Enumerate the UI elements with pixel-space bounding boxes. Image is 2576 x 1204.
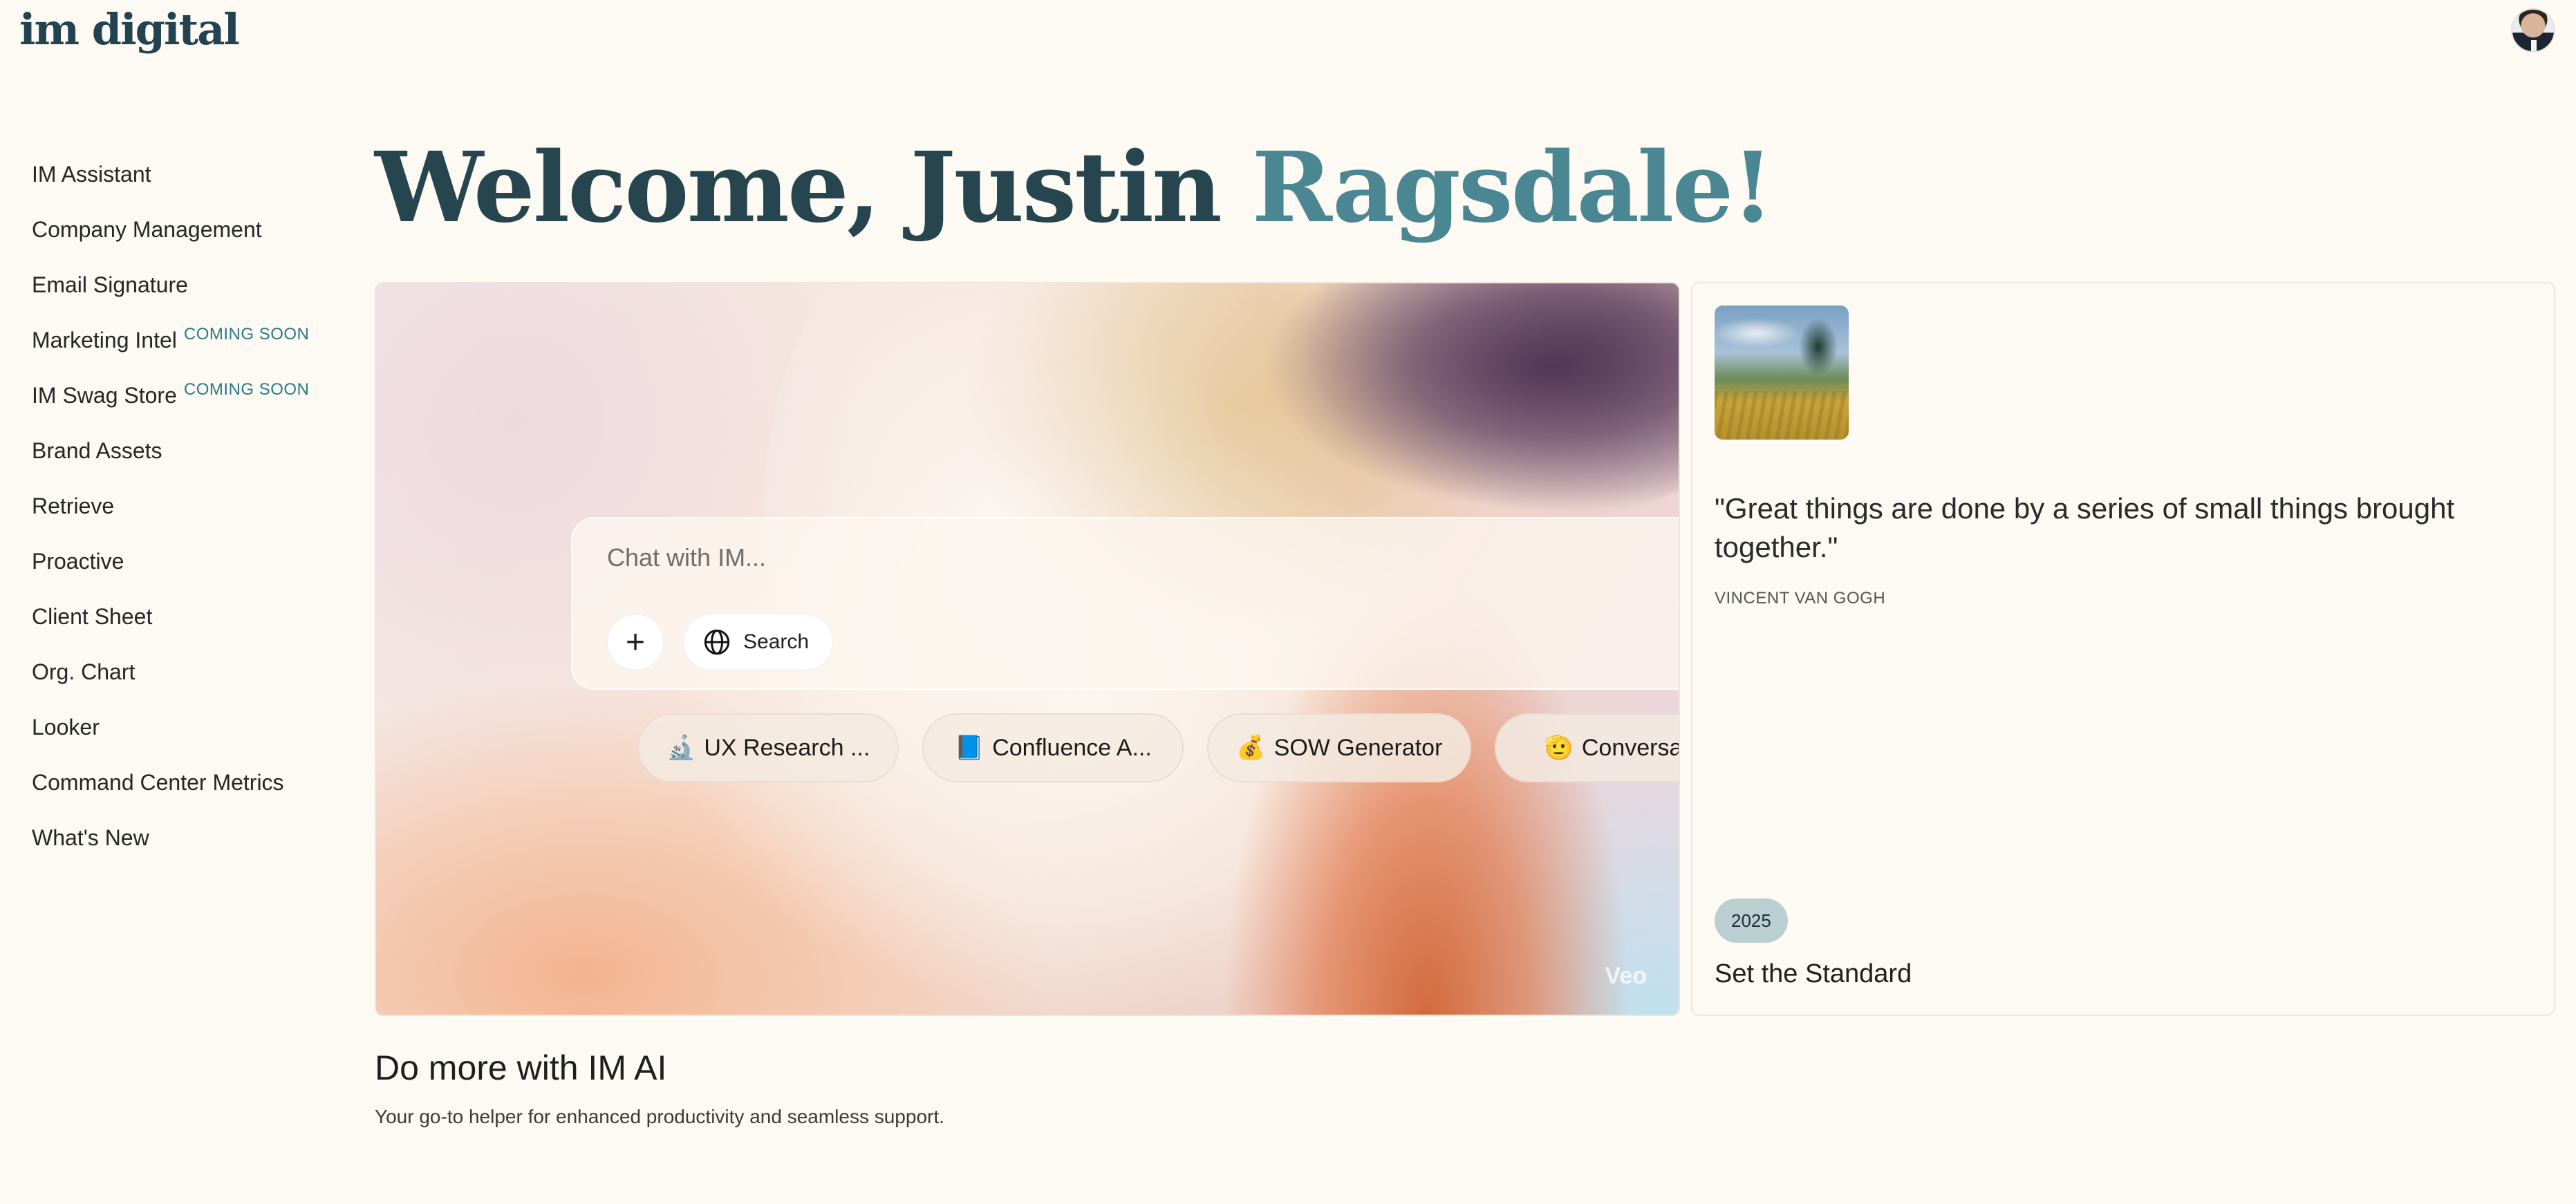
sidebar-item-im-swag-store[interactable]: IM Swag Store COMING SOON [32, 380, 364, 435]
sidebar-item-label: IM Swag Store [32, 383, 177, 408]
chat-input[interactable] [607, 543, 1575, 572]
quote-author: VINCENT VAN GOGH [1715, 589, 1886, 608]
sidebar-item-label: Email Signature [32, 272, 188, 297]
sidebar-item-im-assistant[interactable]: IM Assistant [32, 159, 364, 214]
sidebar-item-label: Retrieve [32, 493, 115, 518]
sidebar-item-label: IM Assistant [32, 162, 151, 187]
money-bag-icon: 💰 [1236, 735, 1266, 761]
sidebar-item-retrieve[interactable]: Retrieve [32, 491, 364, 546]
quote-text: "Great things are done by a series of sm… [1715, 492, 2455, 563]
coming-soon-badge: COMING SOON [183, 380, 310, 399]
quote-card: "Great things are done by a series of sm… [1691, 282, 2555, 1016]
sidebar-item-company-management[interactable]: Company Management [32, 214, 364, 270]
sidebar-item-org-chart[interactable]: Org. Chart [32, 657, 364, 712]
search-button-label: Search [743, 630, 810, 653]
sidebar-item-label: Org. Chart [32, 659, 136, 684]
chip-conversation[interactable]: 🫡 Conversatio [1495, 713, 1680, 782]
sidebar-item-whats-new[interactable]: What's New [32, 822, 364, 878]
year-badge: 2025 [1715, 899, 1788, 943]
sidebar-item-client-sheet[interactable]: Client Sheet [32, 601, 364, 657]
sidebar-item-brand-assets[interactable]: Brand Assets [32, 435, 364, 491]
sidebar-item-label: Looker [32, 715, 100, 740]
sidebar-item-looker[interactable]: Looker [32, 712, 364, 767]
section-title: Do more with IM AI [375, 1048, 667, 1087]
chip-label: Confluence A... [992, 734, 1152, 761]
chip-label: UX Research ... [704, 734, 870, 761]
section-subtitle: Your go-to helper for enhanced productiv… [375, 1106, 944, 1127]
sidebar-item-marketing-intel[interactable]: Marketing Intel COMING SOON [32, 325, 364, 380]
app-root: im digital IM Assistant Company Manageme… [0, 0, 2576, 1204]
suggestion-chips: 🔬 UX Research ... 📘 Confluence A... 💰 SO… [637, 713, 1680, 782]
sidebar-item-label: Marketing Intel [32, 328, 177, 352]
avatar[interactable] [2511, 8, 2555, 53]
book-icon: 📘 [954, 735, 984, 761]
logo[interactable]: im digital [19, 4, 240, 55]
sidebar-item-label: What's New [32, 825, 149, 850]
chip-sow-generator[interactable]: 💰 SOW Generator [1207, 713, 1472, 782]
welcome-surname: Ragsdale! [1251, 131, 1774, 245]
chip-ux-research[interactable]: 🔬 UX Research ... [637, 713, 899, 782]
sidebar-item-label: Command Center Metrics [32, 770, 284, 795]
sidebar-item-label: Proactive [32, 549, 124, 574]
microscope-icon: 🔬 [666, 735, 696, 761]
chip-label: Conversatio [1581, 734, 1680, 761]
welcome-greeting: Welcome, Justin [375, 131, 1252, 245]
salute-emoji-icon: 🫡 [1544, 735, 1574, 761]
sidebar-item-command-center-metrics[interactable]: Command Center Metrics [32, 767, 364, 822]
sidebar-item-label: Brand Assets [32, 438, 162, 463]
page-title: Welcome, Justin Ragsdale! [375, 131, 1774, 245]
sidebar-item-proactive[interactable]: Proactive [32, 546, 364, 601]
chip-label: SOW Generator [1273, 734, 1443, 761]
sidebar-item-email-signature[interactable]: Email Signature [32, 270, 364, 325]
hero-card: + Search 🔬 UX Research ... 📘 Confluence … [375, 282, 1680, 1016]
chip-confluence[interactable]: 📘 Confluence A... [922, 713, 1184, 782]
sidebar: IM Assistant Company Management Email Si… [32, 159, 364, 878]
add-attachment-button[interactable]: + [607, 614, 664, 670]
search-button[interactable]: Search [683, 614, 834, 670]
sidebar-item-label: Client Sheet [32, 604, 153, 629]
plus-icon: + [625, 623, 646, 661]
veo-watermark: Veo [1605, 963, 1647, 989]
sidebar-item-label: Company Management [32, 217, 262, 242]
chat-box: + Search [571, 517, 1679, 690]
painting-thumbnail [1715, 305, 1849, 440]
globe-icon [704, 629, 730, 655]
coming-soon-badge: COMING SOON [183, 325, 310, 344]
theme-title: Set the Standard [1715, 959, 1912, 988]
